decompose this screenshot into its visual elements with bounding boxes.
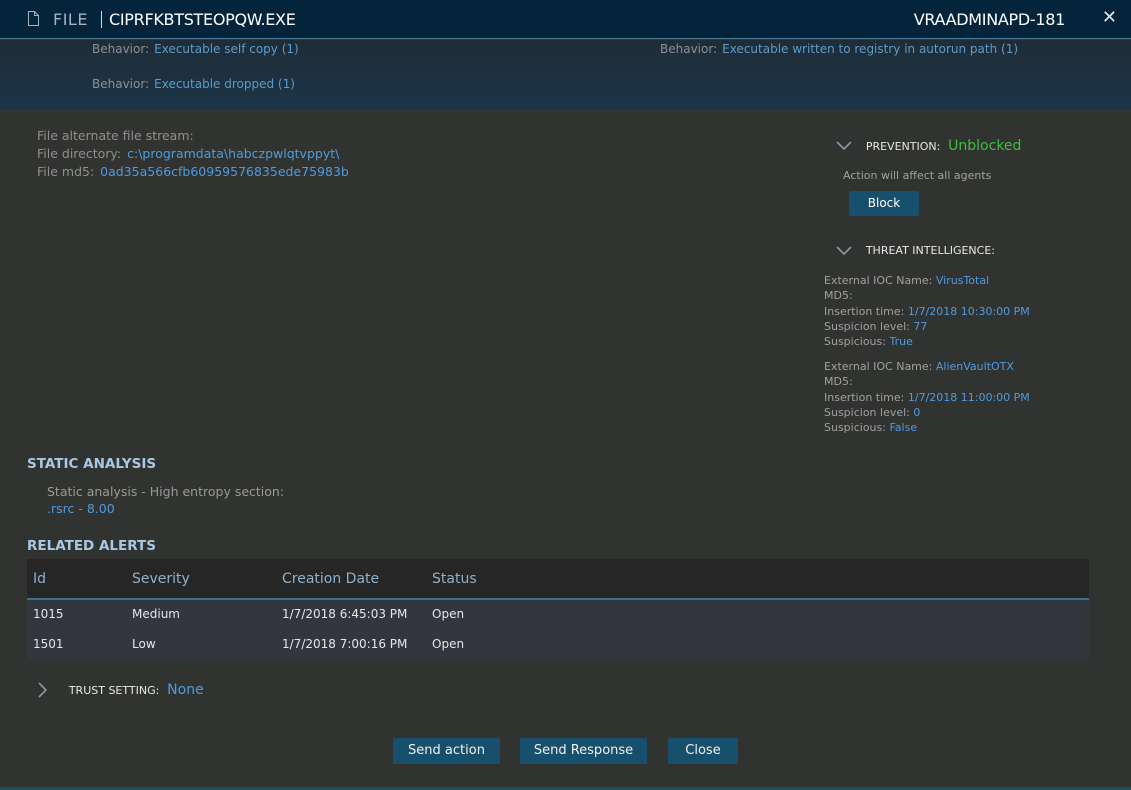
prevention-header[interactable]: PREVENTION: Unblocked: [836, 138, 1021, 154]
related-alerts-table: Id Severity Creation Date Status 1015 Me…: [27, 559, 1089, 660]
trust-setting-value: None: [167, 682, 204, 698]
directory-row: File directory: c:\programdata\habczpwlqt…: [37, 145, 349, 163]
alt-stream-row: File alternate file stream:: [37, 127, 349, 145]
ioc-level-row: Suspicion level: 0: [824, 405, 1030, 420]
ioc-suspicious: True: [889, 335, 913, 349]
trust-setting-row[interactable]: TRUST SETTING: None: [38, 682, 204, 698]
ioc-name: AlienVaultOTX: [935, 360, 1014, 373]
ioc-md5-row: MD5:: [824, 288, 1030, 303]
send-response-button[interactable]: Send Response: [520, 738, 647, 764]
cell-severity: Medium: [132, 607, 180, 621]
ioc-suspicious-row: Suspicious: True: [824, 334, 1030, 349]
md5-row: File md5: 0ad35a566cfb60959576835ede75983…: [37, 163, 349, 181]
md5-label: File md5:: [37, 164, 95, 179]
block-button[interactable]: Block: [849, 191, 919, 216]
table-row[interactable]: 1501 Low 1/7/2018 7:00:16 PM Open: [27, 630, 1089, 660]
trust-setting-label: TRUST SETTING:: [68, 683, 160, 697]
ioc-entry: External IOC Name: VirusTotal MD5: Inser…: [824, 273, 1030, 349]
ioc-md5-label: MD5:: [824, 289, 853, 303]
ioc-name: VirusTotal: [935, 274, 990, 287]
title-bar: FILE CIPRFKBTSTEOPQW.EXE VRAADMINAPD-181…: [0, 0, 1131, 39]
cell-id: 1501: [33, 637, 64, 651]
ioc-level-row: Suspicion level: 77: [824, 319, 1030, 334]
alt-stream-label: File alternate file stream:: [37, 128, 194, 143]
ioc-level: 0: [913, 405, 921, 419]
static-analysis-value: .rsrc - 8.00: [47, 501, 115, 516]
ioc-md5-label: MD5:: [824, 375, 853, 389]
directory-value: c:\programdata\habczpwlqtvppyt\: [127, 146, 340, 161]
cell-severity: Low: [132, 637, 156, 651]
ioc-name-label: External IOC Name:: [824, 274, 933, 287]
ioc-suspicious-label: Suspicious:: [824, 335, 886, 349]
static-analysis-content: Static analysis - High entropy section: …: [47, 483, 284, 517]
close-button[interactable]: Close: [668, 738, 738, 764]
column-header-severity[interactable]: Severity: [132, 571, 190, 587]
column-header-status[interactable]: Status: [432, 571, 477, 587]
related-alerts-title: RELATED ALERTS: [27, 538, 156, 554]
ioc-name-row: External IOC Name: VirusTotal: [824, 273, 1030, 288]
behavior-link[interactable]: Executable written to registry in autoru…: [722, 42, 1018, 56]
cell-status: Open: [432, 637, 465, 651]
static-analysis-title: STATIC ANALYSIS: [27, 456, 157, 472]
table-row[interactable]: 1015 Medium 1/7/2018 6:45:03 PM Open: [27, 600, 1089, 630]
cell-creation-date: 1/7/2018 6:45:03 PM: [282, 607, 408, 621]
table-body: 1015 Medium 1/7/2018 6:45:03 PM Open 150…: [27, 600, 1089, 660]
md5-value: 0ad35a566cfb60959576835ede75983b: [100, 164, 349, 179]
cell-status: Open: [432, 607, 465, 621]
prevention-note: Action will affect all agents: [843, 169, 992, 182]
behavior-link[interactable]: Executable self copy (1): [154, 42, 299, 56]
title-separator: [101, 11, 102, 28]
prevention-label: PREVENTION:: [865, 139, 941, 153]
chevron-down-icon[interactable]: [836, 245, 852, 256]
directory-label: File directory:: [37, 146, 122, 161]
host-name: VRAADMINAPD-181: [913, 10, 1066, 29]
cell-creation-date: 1/7/2018 7:00:16 PM: [282, 637, 408, 651]
static-analysis-label: Static analysis - High entropy section:: [47, 484, 285, 499]
chevron-right-icon[interactable]: [38, 682, 48, 698]
chevron-down-icon[interactable]: [836, 141, 852, 151]
behavior-item: Behavior: Executable dropped (1): [92, 77, 295, 91]
ioc-insertion-row: Insertion time: 1/7/2018 10:30:00 PM: [824, 304, 1030, 319]
close-icon[interactable]: ✕: [1102, 8, 1117, 28]
ioc-insertion-label: Insertion time:: [824, 304, 905, 318]
threat-intel-label: THREAT INTELLIGENCE:: [865, 244, 995, 257]
ioc-insertion-time: 1/7/2018 11:00:00 PM: [907, 390, 1030, 404]
behavior-label: Behavior:: [92, 42, 150, 56]
ioc-suspicious-row: Suspicious: False: [824, 420, 1030, 435]
ioc-level-label: Suspicion level:: [824, 319, 910, 333]
ioc-entry: External IOC Name: AlienVaultOTX MD5: In…: [824, 359, 1030, 435]
behavior-label: Behavior:: [660, 42, 718, 56]
ioc-name-row: External IOC Name: AlienVaultOTX: [824, 359, 1030, 374]
entity-type-label: FILE: [53, 10, 88, 29]
threat-intel-header[interactable]: THREAT INTELLIGENCE:: [836, 243, 995, 257]
ioc-suspicious: False: [889, 421, 918, 435]
behavior-item: Behavior: Executable self copy (1): [92, 42, 299, 56]
behavior-item: Behavior: Executable written to registry …: [660, 42, 1018, 56]
column-header-creation-date[interactable]: Creation Date: [282, 571, 379, 587]
behavior-label: Behavior:: [92, 77, 150, 91]
column-header-id[interactable]: Id: [33, 571, 46, 587]
file-info: File alternate file stream: File directo…: [37, 127, 349, 181]
ioc-insertion-label: Insertion time:: [824, 390, 905, 404]
ioc-suspicious-label: Suspicious:: [824, 421, 886, 435]
ioc-md5-row: MD5:: [824, 374, 1030, 389]
prevention-status: Unblocked: [948, 138, 1022, 154]
behavior-link[interactable]: Executable dropped (1): [154, 77, 295, 91]
ioc-level: 77: [913, 319, 928, 333]
file-icon: [28, 11, 39, 26]
behaviors-panel: Behavior: Executable self copy (1) Behavi…: [0, 40, 1131, 110]
ioc-name-label: External IOC Name:: [824, 360, 933, 373]
send-action-button[interactable]: Send action: [393, 738, 500, 764]
table-header: Id Severity Creation Date Status: [27, 559, 1089, 600]
file-name-title: CIPRFKBTSTEOPQW.EXE: [109, 10, 296, 29]
ioc-insertion-time: 1/7/2018 10:30:00 PM: [907, 304, 1030, 318]
ioc-insertion-row: Insertion time: 1/7/2018 11:00:00 PM: [824, 390, 1030, 405]
ioc-level-label: Suspicion level:: [824, 405, 910, 419]
cell-id: 1015: [33, 607, 64, 621]
